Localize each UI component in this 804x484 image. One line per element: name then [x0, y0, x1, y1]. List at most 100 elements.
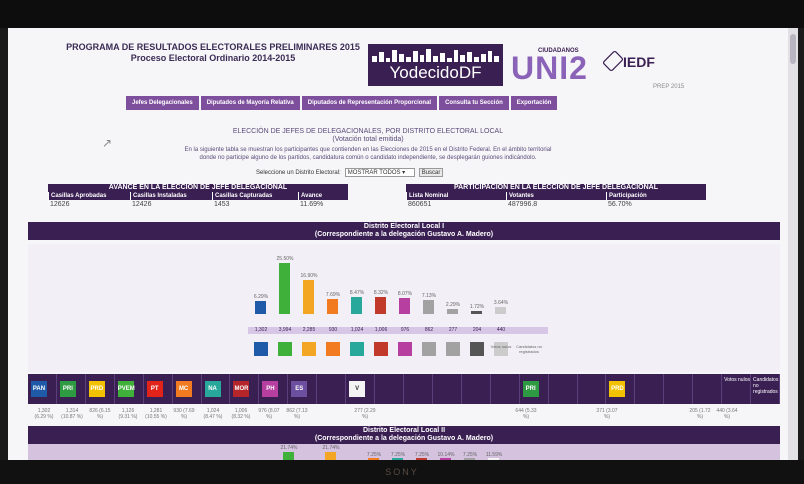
participacion-col: Lista Nominal — [406, 192, 506, 200]
party-es-icon: ES — [291, 381, 308, 397]
band-value: 440 (3.64 %) — [716, 408, 738, 420]
district2-bar-label: 21.74% — [322, 445, 340, 451]
band-cell: PT — [144, 374, 173, 404]
nav-consulta[interactable]: Consulta tu Sección — [439, 96, 509, 110]
band-cell: NA — [202, 374, 231, 404]
district2-chart: 21.74% 21.74% 7.25% 7.25% 7.25% 10.14% 7.25% 11… — [28, 444, 780, 460]
band-value: 1,314 (10.87 %) — [61, 408, 83, 420]
band-cell — [549, 374, 578, 404]
party-prd-icon: PRD — [609, 381, 626, 397]
participacion-table: PARTICIPACIÓN EN LA ELECCIÓN DE JEFE DEL… — [406, 184, 706, 210]
nav-mayoria[interactable]: Diputados de Mayoría Relativa — [200, 96, 300, 110]
section-title-line1: ELECCIÓN DE JEFES DE DELEGACIONALES, POR… — [232, 128, 504, 135]
bar-prd-pt — [303, 280, 314, 314]
bar-votes-label: 930 — [328, 327, 338, 333]
band-value: 976 (8.07 %) — [258, 408, 280, 420]
party-pri-icon: PRI — [522, 381, 539, 397]
bar-pct-label: 6.29% — [253, 294, 269, 301]
participacion-col: Votantes — [506, 192, 606, 200]
party-logo-band: PAN PRI PRD PVEM PT MC NA MOR PH ES V PRI PRD Votos n… — [28, 374, 780, 404]
avance-val: 11.69% — [300, 201, 324, 208]
band-cell: PH — [259, 374, 289, 404]
band-cell — [635, 374, 665, 404]
band-cell: Candidatos no registrados — [751, 374, 780, 404]
party-pan-icon: PAN — [31, 381, 47, 397]
skyline-icon — [372, 48, 500, 62]
band-cell: MC — [173, 374, 202, 404]
band-cell: PVEM — [115, 374, 144, 404]
main-nav: Jefes Delegacionales Diputados de Mayorí… — [126, 96, 558, 110]
bar-pct-label: 2.29% — [445, 302, 461, 309]
party-mc-icon: MC — [175, 381, 192, 397]
bar-ph — [399, 297, 410, 314]
avance-col: Casillas Capturadas — [212, 192, 298, 200]
band-cell — [375, 374, 404, 404]
avance-title: AVANCE EN LA ELECCIÓN DE JEFE DELEGACION… — [48, 184, 348, 192]
nav-exportacion[interactable]: Exportación — [510, 96, 558, 110]
band-value: 862 (7.13 %) — [286, 408, 308, 420]
bar-pan — [255, 301, 266, 314]
bar-na — [351, 297, 362, 314]
band-value: 1,024 (8.47 %) — [203, 408, 223, 420]
bar-votes-label: 1,006 — [374, 327, 388, 333]
participacion-val: 860651 — [408, 201, 432, 208]
search-button[interactable]: Buscar — [418, 168, 444, 177]
band-cell: Votos nulos — [722, 374, 752, 404]
district2-bar-label: 21.74% — [280, 445, 298, 451]
band-cell — [578, 374, 607, 404]
scrollbar-thumb[interactable] — [790, 34, 796, 64]
band-value: 371 (3.07 %) — [596, 408, 618, 420]
monitor-bezel-top — [0, 0, 804, 28]
band-cell — [404, 374, 433, 404]
bar-pct-label: 7.69% — [325, 291, 341, 298]
party-logo-icon — [422, 342, 436, 356]
nav-jefes[interactable]: Jefes Delegacionales — [126, 96, 199, 110]
band-value: 277 (2.29 %) — [354, 408, 376, 420]
band-value: 205 (1.72 %) — [689, 408, 711, 420]
monitor-bezel-bottom: SONY — [0, 460, 804, 484]
party-logo-icon — [470, 342, 484, 356]
section-title: ELECCIÓN DE JEFES DE DELEGACIONALES, POR… — [158, 128, 578, 144]
party-logo-icon — [398, 342, 412, 356]
bar-pri-pvem — [279, 263, 290, 314]
bar-es — [423, 299, 434, 314]
band-cell: V — [346, 374, 376, 404]
header-title-line2: Proceso Electoral Ordinario 2014-2015 — [130, 53, 296, 63]
district1-header: Distrito Electoral Local I (Correspondie… — [28, 222, 780, 240]
logo-text: YodecidoDF — [389, 63, 482, 82]
nav-representacion[interactable]: Diputados de Representación Proporcional — [301, 96, 438, 110]
bar-votes-label: 1,302 — [254, 327, 268, 333]
bar-votes-label: 440 — [496, 327, 506, 333]
bar-pct-label: 8.47% — [349, 290, 365, 297]
band-cell: PRI — [57, 374, 86, 404]
bar-votes-label: 976 — [400, 327, 410, 333]
logo-caption: Candidatos no registrados — [516, 344, 542, 354]
band-value: 1,302 (6.29 %) — [34, 408, 54, 420]
bar-nul — [495, 306, 506, 314]
band-cell: PRD — [606, 374, 636, 404]
scrollbar[interactable] — [788, 28, 798, 460]
section-title-line2: (Votación total emitida) — [332, 136, 404, 143]
district-select[interactable]: MOSTRAR TODOS ▾ — [344, 168, 415, 177]
band-value: 1,006 (8.32 %) — [231, 408, 251, 420]
band-value: 1,281 (10.55 %) — [145, 408, 167, 420]
avance-val: 12626 — [50, 201, 70, 208]
avance-val: 12426 — [132, 201, 152, 208]
party-pvem-icon: PVEM — [117, 381, 135, 397]
band-cell: PRD — [86, 374, 115, 404]
bar-mc — [327, 298, 338, 314]
district2-title: Distrito Electoral Local II — [362, 427, 446, 434]
district-select-value: MOSTRAR TODOS — [347, 170, 401, 176]
party-prd-icon: PRD — [88, 381, 105, 397]
bar-pct-label: 8.07% — [397, 290, 413, 297]
district2-header: Distrito Electoral Local II (Correspondi… — [28, 426, 780, 444]
participacion-val: 487996.8 — [508, 201, 538, 208]
district1-subtitle: (Correspondiente a la delegación Gustavo… — [314, 231, 494, 238]
participacion-title: PARTICIPACIÓN EN LA ELECCIÓN DE JEFE DEL… — [406, 184, 706, 192]
uni2-logo: UNI2 — [511, 50, 588, 86]
district1-chart: 6.29% 1,302 25.50% 3,994 16.90% 2,285 7.69% 930… — [28, 244, 780, 372]
band-value: 826 (6.15 %) — [89, 408, 111, 420]
band-cell — [433, 374, 462, 404]
bar-votes-label: 3,994 — [278, 327, 292, 333]
avance-col: Casillas Aprobadas — [48, 192, 130, 200]
